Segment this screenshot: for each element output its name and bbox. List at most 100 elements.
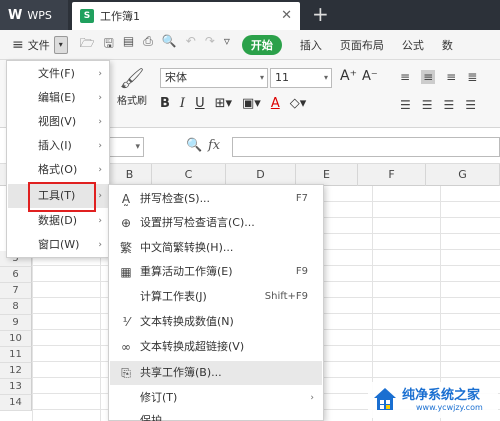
watermark-url: www.ycwjzy.com bbox=[416, 403, 483, 412]
submenu-item-protect[interactable]: 保护 bbox=[110, 409, 322, 421]
row-header[interactable]: 14 bbox=[0, 395, 32, 411]
column-header[interactable]: B bbox=[108, 164, 152, 186]
tab-formulas[interactable]: 公式 bbox=[402, 37, 424, 53]
column-header[interactable]: G bbox=[426, 164, 500, 186]
menu-item-label: 数据(D) bbox=[38, 214, 78, 227]
submenu-item-spell-language[interactable]: ⊕ 设置拼写检查语言(C)... bbox=[110, 211, 322, 235]
menu-item-data[interactable]: 数据(D) › bbox=[8, 209, 108, 233]
row-header[interactable]: 13 bbox=[0, 379, 32, 395]
new-tab-button[interactable]: + bbox=[312, 3, 329, 25]
menu-item-insert[interactable]: 插入(I) › bbox=[8, 134, 108, 158]
format-painter-label: 格式刷 bbox=[117, 96, 147, 107]
align-bottom-icon[interactable]: ≡ bbox=[446, 70, 456, 84]
submenu-item-text-to-hyperlink[interactable]: ∞ 文本转换成超链接(V) bbox=[110, 335, 322, 359]
tab-start[interactable]: 开始 bbox=[241, 34, 282, 55]
border-icon[interactable]: ⊞▾ bbox=[215, 96, 232, 111]
tab-insert[interactable]: 插入 bbox=[300, 37, 322, 53]
menu-item-file[interactable]: 文件(F) › bbox=[8, 62, 108, 86]
watermark-title: 纯净系统之家 bbox=[402, 388, 481, 403]
submenu-item-recalc-workbook[interactable]: ▦ 重算活动工作簿(E) F9 bbox=[110, 260, 322, 284]
align-center-icon[interactable]: ☰ bbox=[422, 98, 433, 112]
menu-item-label: 格式(O) bbox=[38, 163, 78, 176]
align-middle-icon[interactable]: ≡ bbox=[421, 70, 436, 84]
spreadsheet-icon: S bbox=[80, 9, 94, 23]
submenu-item-label: 设置拼写检查语言(C)... bbox=[140, 216, 255, 229]
wps-home-tab[interactable]: W WPS bbox=[0, 0, 68, 30]
formula-input[interactable] bbox=[232, 137, 500, 157]
column-header[interactable]: F bbox=[358, 164, 426, 186]
hamburger-icon[interactable]: ≡ bbox=[12, 37, 24, 53]
menu-item-label: 视图(V) bbox=[38, 115, 77, 128]
file-dropdown-toggle[interactable]: ▾ bbox=[53, 35, 68, 54]
row-header[interactable]: 6 bbox=[0, 267, 32, 283]
submenu-item-label: 修订(T) bbox=[140, 391, 178, 404]
chevron-right-icon: › bbox=[310, 393, 314, 403]
fill-color-icon[interactable]: ▣▾ bbox=[242, 96, 261, 111]
tab-data[interactable]: 数 bbox=[442, 37, 453, 53]
row-header[interactable]: 10 bbox=[0, 331, 32, 347]
underline-button[interactable]: U bbox=[195, 96, 205, 111]
submenu-item-label: 计算工作表(J) bbox=[140, 290, 207, 303]
font-color-button[interactable]: A bbox=[271, 96, 280, 111]
column-header[interactable]: C bbox=[152, 164, 226, 186]
row-header[interactable]: 7 bbox=[0, 283, 32, 299]
clear-format-icon[interactable]: ◇▾ bbox=[290, 96, 307, 111]
open-icon[interactable]: 🗁 bbox=[80, 34, 95, 55]
hyperlink-icon: ∞ bbox=[121, 340, 131, 354]
italic-button[interactable]: I bbox=[180, 96, 185, 111]
menu-item-edit[interactable]: 编辑(E) › bbox=[8, 86, 108, 110]
align-right-icon[interactable]: ☰ bbox=[444, 98, 455, 112]
submenu-item-label: 共享工作簿(B)... bbox=[140, 366, 222, 379]
quick-access-toolbar: 🗁 🖫 ▤ ⎙ 🔍 ↶ ↷ ▿ bbox=[80, 34, 230, 55]
submenu-item-spellcheck[interactable]: A̰ 拼写检查(S)... F7 bbox=[110, 187, 322, 211]
format-painter-button[interactable]: 🖌 格式刷 bbox=[112, 66, 152, 107]
bold-button[interactable]: B bbox=[160, 96, 170, 111]
submenu-item-revisions[interactable]: 修订(T) › bbox=[110, 386, 322, 410]
undo-icon[interactable]: ↶ bbox=[186, 34, 196, 55]
row-header[interactable]: 12 bbox=[0, 363, 32, 379]
wrap-icon[interactable]: ≣ bbox=[467, 70, 477, 84]
close-tab-icon[interactable]: ✕ bbox=[281, 8, 292, 23]
submenu-item-label: 保护 bbox=[140, 414, 162, 421]
more-icon[interactable]: ▿ bbox=[224, 34, 230, 55]
zoom-icon[interactable]: 🔍 bbox=[186, 138, 202, 153]
submenu-item-text-to-number[interactable]: ⅟ 文本转换成数值(N) bbox=[110, 310, 322, 334]
align-top-icon[interactable]: ≡ bbox=[400, 70, 410, 84]
insert-function-button[interactable]: fx bbox=[208, 138, 220, 153]
tab-page-layout[interactable]: 页面布局 bbox=[340, 37, 384, 53]
redo-icon[interactable]: ↷ bbox=[205, 34, 215, 55]
name-box[interactable]: ▾ bbox=[108, 137, 144, 157]
column-header[interactable]: E bbox=[296, 164, 358, 186]
file-menu-button[interactable]: 文件 bbox=[28, 37, 50, 53]
row-header[interactable]: 8 bbox=[0, 299, 32, 315]
submenu-item-calc-sheet[interactable]: 计算工作表(J) Shift+F9 bbox=[110, 285, 322, 309]
shortcut-label: F9 bbox=[295, 266, 308, 277]
tools-submenu: A̰ 拼写检查(S)... F7 ⊕ 设置拼写检查语言(C)... 繁 中文简繁… bbox=[108, 184, 324, 421]
column-header[interactable]: D bbox=[226, 164, 296, 186]
document-tab[interactable]: S 工作簿1 ✕ bbox=[72, 2, 300, 30]
text-to-number-icon: ⅟ bbox=[122, 315, 130, 329]
menu-bar: ≡ 文件 ▾ 🗁 🖫 ▤ ⎙ 🔍 ↶ ↷ ▿ 开始 插入 页面布局 公式 数 bbox=[0, 30, 500, 60]
justify-icon[interactable]: ☰ bbox=[465, 98, 476, 112]
row-header[interactable]: 11 bbox=[0, 347, 32, 363]
print-icon[interactable]: ⎙ bbox=[143, 34, 153, 55]
chevron-right-icon: › bbox=[98, 240, 102, 250]
pdf-icon[interactable]: ▤ bbox=[123, 34, 134, 55]
align-left-icon[interactable]: ☰ bbox=[400, 98, 411, 112]
shortcut-label: Shift+F9 bbox=[264, 291, 308, 302]
submenu-item-label: 重算活动工作簿(E) bbox=[140, 265, 233, 278]
grow-font-button[interactable]: A⁺ bbox=[340, 68, 357, 84]
save-icon[interactable]: 🖫 bbox=[104, 34, 114, 55]
menu-item-label: 插入(I) bbox=[38, 139, 72, 152]
row-header[interactable]: 9 bbox=[0, 315, 32, 331]
site-watermark: 纯净系统之家 www.ycwjzy.com bbox=[368, 382, 498, 418]
menu-item-view[interactable]: 视图(V) › bbox=[8, 110, 108, 134]
menu-item-format[interactable]: 格式(O) › bbox=[8, 158, 108, 182]
shrink-font-button[interactable]: A⁻ bbox=[362, 69, 378, 84]
font-name-select[interactable]: 宋体 ▾ bbox=[160, 68, 268, 88]
submenu-item-share-workbook[interactable]: ⎘ 共享工作簿(B)... bbox=[110, 361, 322, 385]
font-size-select[interactable]: 11 ▾ bbox=[270, 68, 332, 88]
submenu-item-chinese-convert[interactable]: 繁 中文简繁转换(H)... bbox=[110, 236, 322, 260]
preview-icon[interactable]: 🔍 bbox=[162, 34, 177, 55]
menu-item-window[interactable]: 窗口(W) › bbox=[8, 233, 108, 257]
